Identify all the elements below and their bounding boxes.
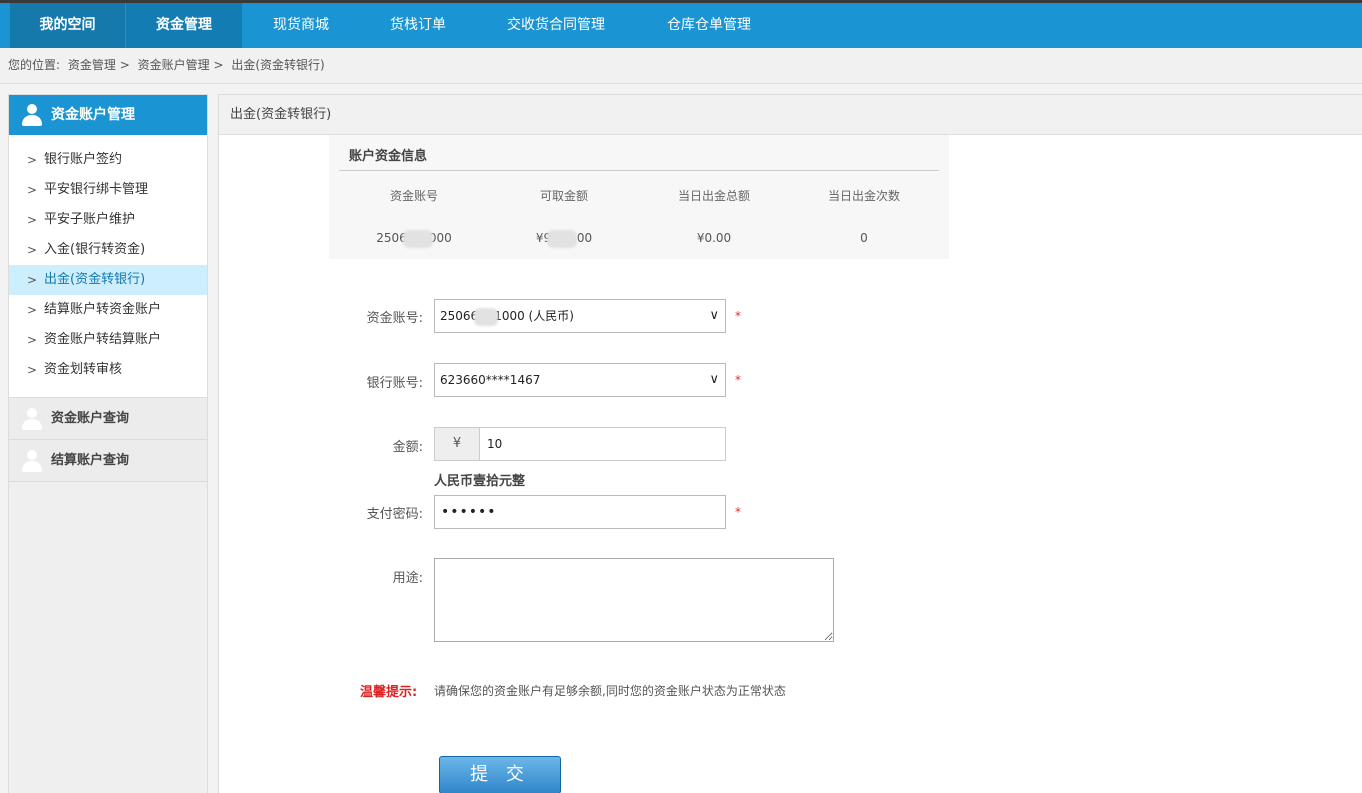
sidebar-item-fund-to-settlement[interactable]: > 资金账户转结算账户 bbox=[9, 325, 207, 355]
nav-fund-management[interactable]: 资金管理 bbox=[126, 3, 242, 48]
sidebar-item-label: 入金(银行转资金) bbox=[44, 242, 146, 257]
redaction-blur bbox=[547, 229, 578, 248]
sidebar-item-label: 资金划转审核 bbox=[44, 362, 123, 377]
sidebar-item-withdraw[interactable]: > 出金(资金转银行) bbox=[9, 265, 207, 295]
amount-field: ¥ bbox=[434, 427, 726, 461]
page-title: 出金(资金转银行) bbox=[219, 95, 1362, 135]
nav-delivery-contracts[interactable]: 交收货合同管理 bbox=[476, 3, 636, 48]
account-info-box: 账户资金信息 资金账号 可取金额 当日出金总额 当日出金次数 2506 000 ¥… bbox=[329, 135, 949, 259]
select-value-prefix: 25066 bbox=[440, 309, 479, 323]
sidebar-section-settlement-query[interactable]: 结算账户查询 bbox=[9, 440, 207, 482]
amount-input[interactable] bbox=[481, 428, 725, 460]
info-header-available: 可取金额 bbox=[539, 189, 588, 203]
breadcrumb-fund-management[interactable]: 资金管理 bbox=[68, 58, 116, 72]
sidebar-header-label: 资金账户管理 bbox=[51, 107, 135, 123]
chevron-right-icon: > bbox=[27, 303, 38, 317]
breadcrumb-sep: > bbox=[213, 58, 224, 72]
chevron-right-icon: > bbox=[27, 273, 38, 287]
chevron-right-icon: > bbox=[27, 213, 38, 227]
tip-label: 温馨提示: bbox=[360, 685, 418, 700]
chevron-right-icon: > bbox=[27, 153, 38, 167]
sidebar-section-label: 资金账户查询 bbox=[51, 411, 130, 426]
breadcrumb-current: 出金(资金转银行) bbox=[231, 58, 325, 72]
info-value-row: 2506 000 ¥9.00 ¥0.00 0 bbox=[339, 227, 939, 269]
info-value-daily-count: 0 bbox=[860, 231, 868, 245]
bank-label: 银行账号: bbox=[366, 376, 423, 391]
user-icon bbox=[21, 408, 43, 430]
nav-my-space[interactable]: 我的空间 bbox=[10, 3, 125, 48]
required-mark: * bbox=[735, 309, 741, 323]
info-header-daily-total: 当日出金总额 bbox=[677, 189, 750, 203]
purpose-label: 用途: bbox=[392, 571, 423, 586]
sidebar-item-label: 平安子账户维护 bbox=[44, 212, 136, 227]
account-info-table: 资金账号 可取金额 当日出金总额 当日出金次数 2506 000 ¥9.00 ¥0… bbox=[339, 185, 939, 269]
breadcrumb-prefix: 您的位置: bbox=[8, 58, 61, 72]
required-mark: * bbox=[735, 373, 741, 387]
breadcrumb-sep: > bbox=[119, 58, 130, 72]
sidebar-item-deposit[interactable]: > 入金(银行转资金) bbox=[9, 235, 207, 265]
password-input[interactable]: •••••• bbox=[434, 495, 726, 529]
info-header-row: 资金账号 可取金额 当日出金总额 当日出金次数 bbox=[339, 185, 939, 227]
info-header-account: 资金账号 bbox=[389, 189, 438, 203]
amount-label: 金额: bbox=[392, 440, 423, 455]
chevron-right-icon: > bbox=[27, 363, 38, 377]
fund-account-select[interactable]: 25066 1000 (人民币) ∨ bbox=[434, 299, 726, 333]
account-label: 资金账号: bbox=[366, 311, 423, 326]
sidebar-section-label: 结算账户查询 bbox=[51, 453, 130, 468]
sidebar-menu: > 银行账户签约 > 平安银行绑卡管理 > 平安子账户维护 > 入金(银行转资金) > 出… bbox=[9, 135, 207, 398]
sidebar-item-label: 结算账户转资金账户 bbox=[44, 302, 162, 317]
nav-stack-orders[interactable]: 货栈订单 bbox=[360, 3, 476, 48]
nav-spot-mall[interactable]: 现货商城 bbox=[242, 3, 360, 48]
purpose-textarea[interactable] bbox=[434, 558, 834, 642]
user-icon bbox=[21, 450, 43, 472]
breadcrumb: 您的位置: 资金管理 > 资金账户管理 > 出金(资金转银行) bbox=[0, 48, 1362, 84]
amount-in-words: 人民币壹拾元整 bbox=[434, 474, 526, 489]
sidebar-section-fund-query[interactable]: 资金账户查询 bbox=[9, 398, 207, 440]
sidebar: 资金账户管理 > 银行账户签约 > 平安银行绑卡管理 > 平安子账户维护 > 入金(银行… bbox=[8, 94, 208, 793]
sidebar-item-settlement-to-fund[interactable]: > 结算账户转资金账户 bbox=[9, 295, 207, 325]
sidebar-item-pingan-card[interactable]: > 平安银行绑卡管理 bbox=[9, 175, 207, 205]
info-value-available: ¥9.00 bbox=[489, 227, 639, 269]
select-value-suffix: 1000 (人民币) bbox=[494, 309, 574, 323]
chevron-right-icon: > bbox=[27, 333, 38, 347]
redaction-blur bbox=[474, 307, 499, 326]
sidebar-item-label: 出金(资金转银行) bbox=[44, 272, 146, 287]
redaction-blur bbox=[402, 229, 433, 248]
sidebar-item-pingan-subaccount[interactable]: > 平安子账户维护 bbox=[9, 205, 207, 235]
chevron-right-icon: > bbox=[27, 183, 38, 197]
sidebar-header[interactable]: 资金账户管理 bbox=[9, 95, 207, 135]
breadcrumb-fund-account-management[interactable]: 资金账户管理 bbox=[138, 58, 210, 72]
chevron-right-icon: > bbox=[27, 243, 38, 257]
currency-addon: ¥ bbox=[435, 428, 480, 460]
required-mark: * bbox=[735, 505, 741, 519]
account-info-title: 账户资金信息 bbox=[339, 145, 939, 171]
bank-account-select[interactable]: 623660****1467 ∨ bbox=[434, 363, 726, 397]
top-nav: 我的空间 资金管理 现货商城 货栈订单 交收货合同管理 仓库仓单管理 bbox=[0, 0, 1362, 48]
nav-warehouse-receipts[interactable]: 仓库仓单管理 bbox=[636, 3, 782, 48]
sidebar-item-transfer-review[interactable]: > 资金划转审核 bbox=[9, 355, 207, 385]
sidebar-item-bank-signing[interactable]: > 银行账户签约 bbox=[9, 145, 207, 175]
user-icon bbox=[21, 104, 43, 126]
info-value-daily-total: ¥0.00 bbox=[696, 231, 732, 245]
sidebar-item-label: 平安银行绑卡管理 bbox=[44, 182, 149, 197]
info-header-daily-count: 当日出金次数 bbox=[827, 189, 900, 203]
select-value: 623660****1467 bbox=[440, 373, 541, 387]
chevron-down-icon: ∨ bbox=[709, 372, 719, 387]
submit-button[interactable]: 提 交 bbox=[439, 756, 561, 793]
sidebar-item-label: 银行账户签约 bbox=[44, 152, 123, 167]
main-panel: 出金(资金转银行) 账户资金信息 资金账号 可取金额 当日出金总额 当日出金次数… bbox=[218, 94, 1362, 793]
password-label: 支付密码: bbox=[366, 507, 423, 522]
tip-text: 请确保您的资金账户有足够余额,同时您的资金账户状态为正常状态 bbox=[434, 684, 786, 698]
chevron-down-icon: ∨ bbox=[709, 308, 719, 323]
info-value-account: 2506 000 bbox=[339, 227, 489, 269]
sidebar-item-label: 资金账户转结算账户 bbox=[44, 332, 162, 347]
